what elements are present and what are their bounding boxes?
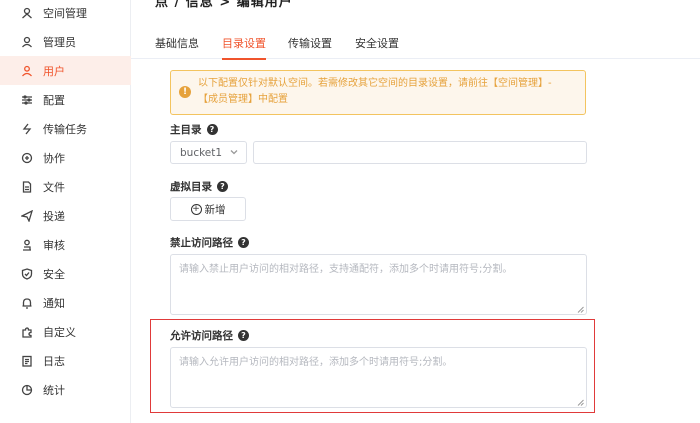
bucket-select[interactable]: bucket1 [170, 141, 247, 164]
allow-paths-label-text: 允许访问路径 [170, 330, 233, 342]
send-icon [20, 209, 34, 223]
help-icon[interactable]: ? [238, 330, 249, 341]
sidebar-item-file[interactable]: 文件 [0, 172, 131, 201]
help-icon[interactable]: ? [217, 181, 228, 192]
info-alert: ! 以下配置仅针对默认空间。若需修改其它空间的目录设置，请前往【空间管理】- 【… [170, 70, 586, 115]
chevron-down-icon [229, 147, 239, 157]
sidebar-item-label: 空间管理 [43, 6, 87, 20]
tab-basic-info[interactable]: 基础信息 [155, 35, 199, 59]
sidebar-item-user[interactable]: 用户 [0, 56, 131, 85]
app: 空间管理 管理员 用户 配置 传输任务 协作 文件 投递 审核 安全 通知 自定… [0, 0, 700, 423]
add-virtual-dir-button[interactable]: + 新增 [170, 197, 246, 221]
breadcrumb: 点 / 信息 > 编辑用户 [155, 0, 293, 10]
audit-icon [20, 238, 34, 252]
user-icon [20, 64, 34, 78]
allow-paths-textarea[interactable]: 请输入允许用户访问的相对路径，添加多个时请用符号;分割。 [170, 347, 587, 408]
tab-bar: 基础信息 目录设置 传输设置 安全设置 [131, 28, 700, 60]
shield-icon [20, 267, 34, 281]
sidebar-item-label: 统计 [43, 383, 65, 397]
help-icon[interactable]: ? [238, 237, 249, 248]
resize-grip-icon[interactable] [577, 305, 584, 313]
sidebar-item-label: 自定义 [43, 325, 76, 339]
sidebar-item-custom[interactable]: 自定义 [0, 317, 131, 346]
sidebar-item-log[interactable]: 日志 [0, 346, 131, 375]
puzzle-icon [20, 325, 34, 339]
sidebar-item-label: 通知 [43, 296, 65, 310]
tab-security-settings[interactable]: 安全设置 [355, 35, 399, 59]
help-icon[interactable]: ? [206, 124, 218, 135]
virtual-dir-label: 虚拟目录 ? [170, 179, 228, 194]
admin-icon [20, 35, 34, 49]
allow-paths-placeholder: 请输入允许用户访问的相对路径，添加多个时请用符号;分割。 [179, 357, 453, 368]
home-dir-label-text: 主目录 [170, 124, 202, 136]
tab-transfer-settings[interactable]: 传输设置 [288, 35, 332, 59]
sidebar-item-label: 配置 [43, 93, 65, 107]
sidebar-item-label: 安全 [43, 267, 65, 281]
sidebar-item-label: 投递 [43, 209, 65, 223]
sidebar-item-admin[interactable]: 管理员 [0, 27, 131, 56]
resize-grip-icon[interactable] [577, 398, 584, 406]
sidebar: 空间管理 管理员 用户 配置 传输任务 协作 文件 投递 审核 安全 通知 自定… [0, 0, 131, 423]
sidebar-item-space[interactable]: 空间管理 [0, 0, 131, 27]
home-dir-label: 主目录 ? [170, 122, 218, 137]
sidebar-item-label: 用户 [43, 64, 65, 78]
bucket-select-value: bucket1 [180, 147, 223, 159]
chart-icon [20, 383, 34, 397]
sidebar-item-send[interactable]: 投递 [0, 201, 131, 230]
deny-paths-placeholder: 请输入禁止用户访问的相对路径，支持通配符，添加多个时请用符号;分割。 [179, 264, 513, 275]
sidebar-item-label: 传输任务 [43, 122, 87, 136]
main-content: 点 / 信息 > 编辑用户 基础信息 目录设置 传输设置 安全设置 ! 以下配置… [131, 0, 700, 423]
bell-icon [20, 296, 34, 310]
add-button-label: 新增 [204, 203, 226, 216]
space-icon [20, 6, 34, 20]
sidebar-item-collab[interactable]: 协作 [0, 143, 131, 172]
sidebar-item-config[interactable]: 配置 [0, 85, 131, 114]
alert-line-1: 以下配置仅针对默认空间。若需修改其它空间的目录设置，请前往【空间管理】- [198, 78, 552, 89]
sidebar-item-label: 管理员 [43, 35, 76, 49]
sidebar-item-audit[interactable]: 审核 [0, 230, 131, 259]
sidebar-item-label: 文件 [43, 180, 65, 194]
sidebar-item-stats[interactable]: 统计 [0, 375, 131, 404]
log-icon [20, 354, 34, 368]
deny-paths-textarea[interactable]: 请输入禁止用户访问的相对路径，支持通配符，添加多个时请用符号;分割。 [170, 254, 587, 315]
deny-paths-label: 禁止访问路径 ? [170, 235, 249, 250]
plus-circle-icon: + [190, 203, 202, 215]
home-dir-path-input[interactable] [253, 141, 587, 164]
collab-icon [20, 151, 34, 165]
sidebar-item-label: 日志 [43, 354, 65, 368]
allow-paths-label: 允许访问路径 ? [170, 328, 249, 343]
warning-icon: ! [179, 86, 191, 98]
config-icon [20, 93, 34, 107]
sidebar-item-label: 审核 [43, 238, 65, 252]
file-icon [20, 180, 34, 194]
sidebar-item-transfer[interactable]: 传输任务 [0, 114, 131, 143]
sidebar-item-security[interactable]: 安全 [0, 259, 131, 288]
transfer-icon [20, 122, 34, 136]
sidebar-item-notify[interactable]: 通知 [0, 288, 131, 317]
virtual-dir-label-text: 虚拟目录 [170, 181, 212, 193]
deny-paths-label-text: 禁止访问路径 [170, 237, 233, 249]
alert-line-2: 【成员管理】中配置 [198, 94, 288, 105]
sidebar-item-label: 协作 [43, 151, 65, 165]
tab-directory-settings[interactable]: 目录设置 [222, 35, 266, 60]
